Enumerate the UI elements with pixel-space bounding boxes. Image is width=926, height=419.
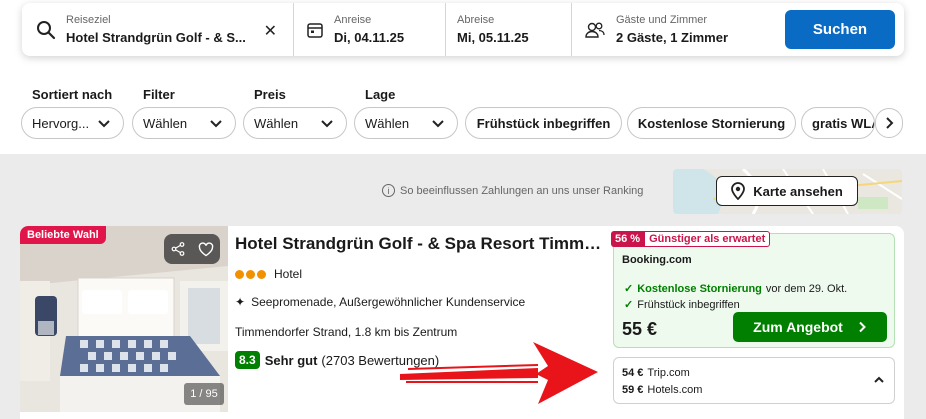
checkin-value[interactable]: Di, 04.11.25	[334, 29, 404, 47]
deal-price: 55 €	[622, 319, 658, 339]
guests-label: Gäste und Zimmer	[616, 13, 708, 26]
info-icon: i	[382, 184, 395, 197]
other-offers[interactable]: 54 € Trip.com 59 € Hotels.com	[613, 357, 895, 404]
destination-field[interactable]: Reiseziel Hotel Strandgrün Golf - & S...…	[22, 3, 294, 56]
location-select[interactable]: Wählen	[354, 107, 458, 139]
checkin-label: Anreise	[334, 13, 372, 26]
view-offer-button[interactable]: Zum Angebot	[733, 312, 887, 342]
hotel-highlights: ✦ Seepromenade, Außergewöhnlicher Kunden…	[235, 295, 525, 309]
ranking-note-text: So beeinflussen Zahlungen an uns unser R…	[400, 184, 644, 197]
chip-free-wifi[interactable]: gratis WLAN	[801, 107, 875, 139]
photo-actions	[164, 234, 220, 264]
hotel-stars: Hotel	[235, 267, 302, 281]
checkout-label: Abreise	[457, 13, 495, 26]
highlights-text: Seepromenade, Außergewöhnlicher Kundense…	[251, 295, 526, 309]
hotel-distance: Timmendorfer Strand, 1.8 km bis Zentrum	[235, 325, 458, 339]
filter-label: Filter	[143, 87, 175, 102]
search-button[interactable]: Suchen	[785, 10, 895, 49]
perk-free-cancellation: ✓ Kostenlose Stornierung vor dem 29. Okt…	[624, 282, 848, 296]
other-offer-row[interactable]: 59 € Hotels.com	[622, 384, 702, 396]
sort-value: Hervorg...	[32, 115, 90, 131]
price-label: Preis	[254, 87, 286, 102]
perk-breakfast: ✓ Frühstück inbegriffen	[624, 298, 740, 312]
price-select[interactable]: Wählen	[243, 107, 347, 139]
chevron-right-icon	[886, 117, 894, 129]
guests-value[interactable]: 2 Gäste, 1 Zimmer	[616, 29, 728, 47]
discount-percent: 56 %	[611, 231, 645, 247]
search-bar: Reiseziel Hotel Strandgrün Golf - & S...…	[22, 3, 904, 56]
heart-icon[interactable]	[198, 241, 214, 257]
guests-icon	[585, 22, 605, 38]
filters-scroll-right-button[interactable]	[875, 108, 903, 138]
guests-field[interactable]: Gäste und Zimmer 2 Gäste, 1 Zimmer	[572, 3, 782, 56]
map-pin-icon	[731, 182, 746, 200]
sparkle-icon: ✦	[235, 295, 246, 309]
other-offer-price: 54 €	[622, 367, 644, 379]
star-dot-icon	[257, 269, 266, 279]
photo-counter: 1 / 95	[184, 383, 224, 405]
annotation-arrow-icon	[400, 342, 598, 404]
rating-word: Sehr gut	[264, 352, 318, 368]
destination-label: Reiseziel	[66, 13, 111, 26]
perk2-text: Frühstück inbegriffen	[637, 298, 740, 311]
destination-value[interactable]: Hotel Strandgrün Golf - & S...	[66, 29, 246, 47]
perk1-strong: Kostenlose Stornierung	[637, 282, 762, 295]
check-icon: ✓	[624, 283, 634, 295]
checkin-field[interactable]: Anreise Di, 04.11.25	[294, 3, 446, 56]
other-offer-price: 59 €	[622, 384, 644, 396]
popular-badge: Beliebte Wahl	[20, 226, 106, 244]
other-offer-provider: Trip.com	[647, 367, 690, 379]
filter-value: Wählen	[143, 115, 188, 131]
perk1-rest: vor dem 29. Okt.	[765, 282, 848, 295]
rating-score: 8.3	[235, 351, 260, 369]
checkout-value[interactable]: Mi, 05.11.25	[457, 29, 529, 47]
star-dot-icon	[246, 269, 255, 279]
hotel-name[interactable]: Hotel Strandgrün Golf - & Spa Resort Tim…	[235, 234, 605, 254]
discount-text: Günstiger als erwartet	[644, 231, 771, 247]
location-value: Wählen	[365, 115, 410, 131]
top-deal[interactable]: 56 % Günstiger als erwartet Booking.com …	[611, 231, 895, 348]
chevron-down-icon	[321, 120, 333, 128]
discount-badge: 56 % Günstiger als erwartet	[611, 231, 771, 247]
other-offer-provider: Hotels.com	[647, 384, 703, 396]
view-map-button[interactable]: Karte ansehen	[716, 176, 858, 206]
other-offer-row[interactable]: 54 € Trip.com	[622, 367, 690, 379]
star-dot-icon	[235, 269, 244, 279]
sort-select[interactable]: Hervorg...	[21, 107, 124, 139]
view-map-label: Karte ansehen	[753, 183, 843, 199]
hotel-type: Hotel	[274, 267, 303, 281]
hotel-photo[interactable]: Beliebte Wahl 1 / 95	[20, 226, 228, 412]
share-icon[interactable]	[171, 242, 185, 256]
chevron-down-icon	[210, 120, 222, 128]
clear-destination-icon[interactable]: ✕	[264, 21, 277, 41]
search-icon	[37, 20, 56, 39]
chevron-right-icon	[859, 321, 866, 333]
chip-free-cancellation[interactable]: Kostenlose Stornierung	[627, 107, 796, 139]
chip-breakfast[interactable]: Frühstück inbegriffen	[465, 107, 622, 139]
price-value: Wählen	[254, 115, 299, 131]
location-label: Lage	[365, 87, 396, 102]
sort-label: Sortiert nach	[32, 87, 113, 102]
check-icon: ✓	[624, 299, 634, 311]
chevron-up-icon[interactable]	[873, 375, 885, 385]
chevron-down-icon	[98, 120, 110, 128]
calendar-icon	[307, 22, 323, 38]
checkout-field[interactable]: Abreise Mi, 05.11.25	[446, 3, 572, 56]
chevron-down-icon	[432, 120, 444, 128]
filter-select[interactable]: Wählen	[132, 107, 236, 139]
deal-provider: Booking.com	[622, 254, 692, 266]
ranking-note[interactable]: i So beeinflussen Zahlungen an uns unser…	[382, 184, 643, 197]
view-offer-label: Zum Angebot	[753, 319, 843, 335]
